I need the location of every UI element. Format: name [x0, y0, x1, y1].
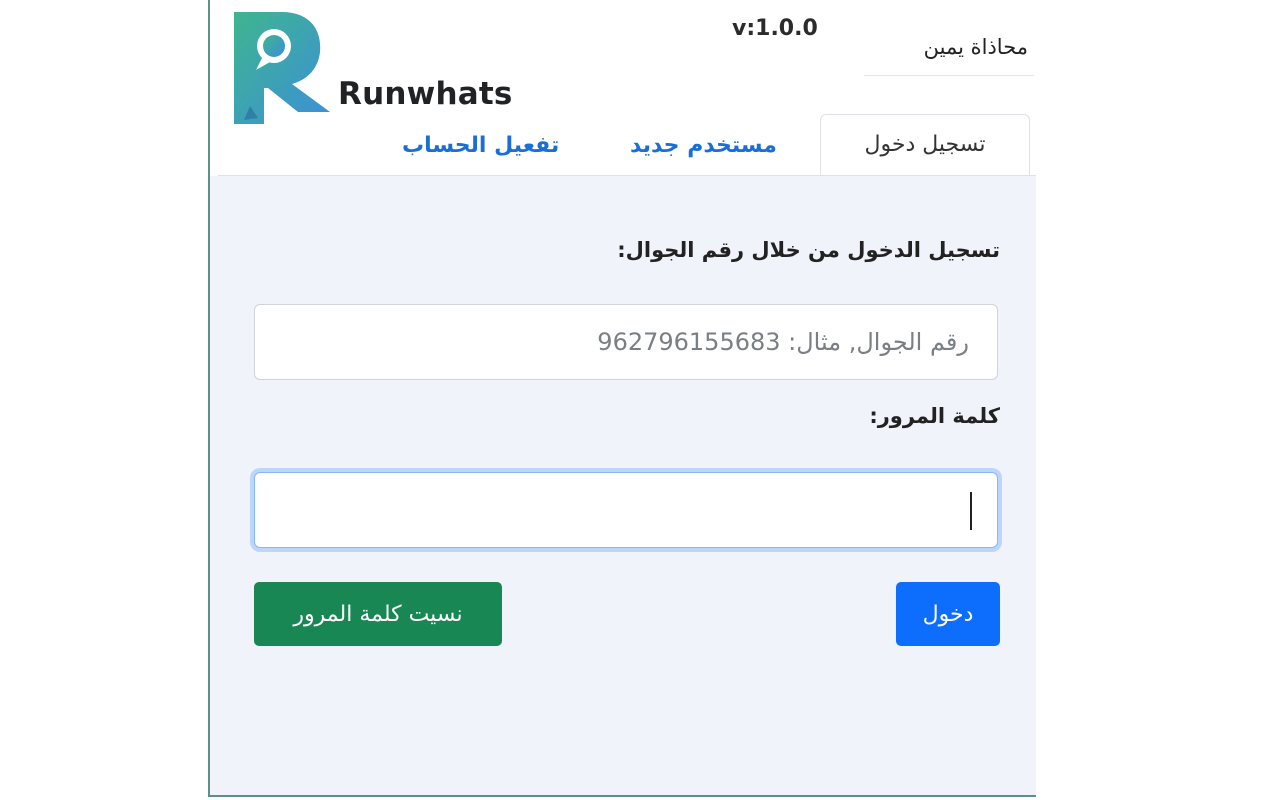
login-button[interactable]: دخول [896, 582, 1000, 646]
password-input[interactable] [254, 472, 998, 548]
brand-name: Runwhats [338, 76, 513, 112]
tabs-divider [218, 175, 1036, 176]
runwhats-logo-icon [232, 8, 332, 126]
phone-label: تسجيل الدخول من خلال رقم الجوال: [617, 238, 1000, 262]
tab-login[interactable]: تسجيل دخول [820, 114, 1030, 176]
login-panel: Runwhats v:1.0.0 محاذاة يمين تسجيل دخول … [208, 0, 1036, 797]
text-caret [970, 492, 972, 530]
version-label: v:1.0.0 [732, 16, 818, 41]
tab-activate-account[interactable]: تفعيل الحساب [402, 116, 559, 176]
phone-input[interactable] [254, 304, 998, 380]
tab-new-user[interactable]: مستخدم جديد [630, 116, 777, 176]
forgot-password-button[interactable]: نسيت كلمة المرور [254, 582, 502, 646]
align-right-button[interactable]: محاذاة يمين [864, 28, 1034, 76]
password-label: كلمة المرور: [869, 404, 1000, 428]
header: Runwhats v:1.0.0 محاذاة يمين تسجيل دخول … [210, 0, 1036, 176]
